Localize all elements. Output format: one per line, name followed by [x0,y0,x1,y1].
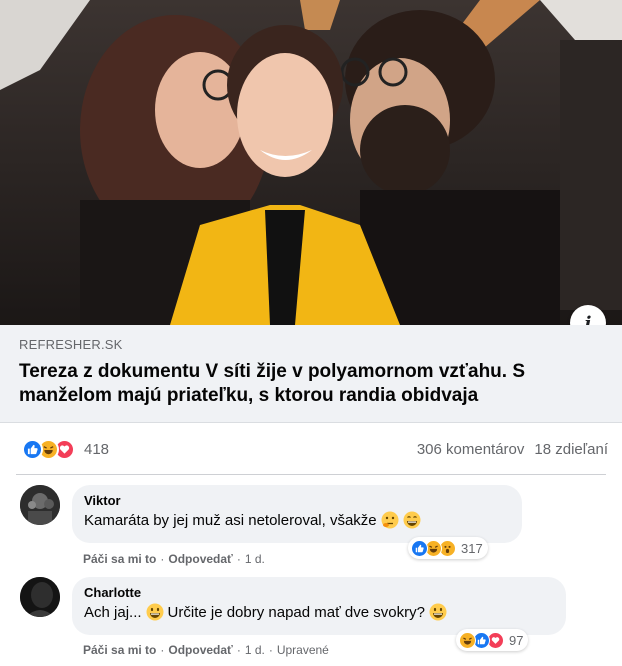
separator-dot: · [236,552,241,566]
comment-author[interactable]: Viktor [84,493,510,508]
reply-button[interactable]: Odpovedať [168,552,232,566]
comment-reaction-count: 317 [461,540,483,556]
comment-text-part: Ach jaj... [84,603,142,621]
like-icon [411,539,428,557]
comment-bubble: Viktor Kamaráta by jej muž asi netolerov… [72,485,522,543]
grinning-face-icon [429,603,447,621]
comment-time[interactable]: 1 d. [245,552,265,566]
comment-text-body: Kamaráta by jej muž asi netoleroval, vša… [84,511,377,529]
comment-text: Ach jaj... Určite je dobry napad mať dve… [84,603,554,621]
comment-actions: Páči sa mi to · Odpovedať · 1 d. [83,552,265,566]
avatar[interactable] [20,577,60,617]
comment-actions: Páči sa mi to · Odpovedať · 1 d. · Uprav… [83,643,329,657]
comment-reaction-count: 97 [509,632,524,648]
reactions-count: 418 [84,440,110,458]
separator-dot: · [268,643,273,657]
comment-reactions[interactable]: 317 [408,537,488,559]
separator-dot: · [160,552,165,566]
reply-button[interactable]: Odpovedať [168,643,232,657]
link-domain: REFRESHER.SK [19,337,123,352]
divider [16,474,606,475]
reactions-bar: 418 306 komentárov 18 zdieľaní [0,423,622,475]
comment-text-part: Určite je dobry napad mať dve svokry? [167,603,425,621]
separator-dot: · [160,643,165,657]
link-title[interactable]: Tereza z dokumentu V síti žije v polyamo… [19,360,579,408]
shares-count[interactable]: 18 zdieľaní [534,441,608,458]
avatar[interactable] [20,485,60,525]
like-comment-button[interactable]: Páči sa mi to [83,643,156,657]
like-icon [22,438,43,460]
grinning-face-icon [146,603,164,621]
separator-dot: · [236,643,241,657]
comment-bubble: Charlotte Ach jaj... Určite je dobry nap… [72,577,566,635]
edited-label[interactable]: Upravené [277,643,329,657]
comment-reactions[interactable]: 97 [456,629,529,651]
comment-author[interactable]: Charlotte [84,585,554,600]
reactions-summary[interactable]: 418 [22,438,110,460]
thinking-face-icon [381,511,399,529]
haha-icon [459,631,476,649]
comment-text: Kamaráta by jej muž asi netoleroval, vša… [84,511,510,529]
like-comment-button[interactable]: Páči sa mi to [83,552,156,566]
comment-time[interactable]: 1 d. [245,643,265,657]
link-caption[interactable]: REFRESHER.SK Tereza z dokumentu V síti ž… [0,325,622,423]
link-preview-image[interactable] [0,0,622,325]
grinning-face-icon [403,511,421,529]
comments-count[interactable]: 306 komentárov [417,441,525,458]
